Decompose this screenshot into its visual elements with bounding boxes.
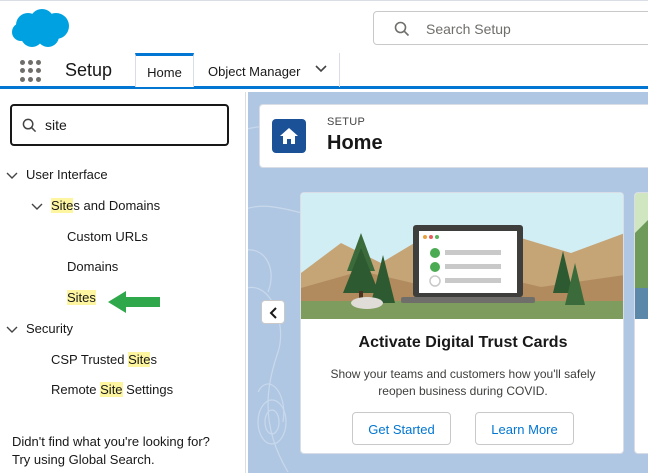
page-header-eyebrow: SETUP (327, 116, 366, 128)
tree-item-label: CSP Trusted (51, 352, 129, 367)
tree-item-label: s and Domains (73, 198, 161, 213)
tree-item-sites-and-domains[interactable]: Sites and Domains (31, 198, 160, 213)
not-found-line: Didn't find what you're looking for? (12, 434, 210, 449)
quick-find-input[interactable]: site (10, 104, 229, 146)
tree-item-csp-trusted-sites[interactable]: CSP Trusted Sites (51, 352, 157, 367)
tree-item-label: Security (26, 321, 73, 336)
chevron-down-icon[interactable] (315, 65, 327, 73)
search-icon (394, 21, 410, 37)
tree-item-label: Settings (122, 382, 174, 397)
tab-home-label: Home (147, 65, 182, 80)
carousel-card-digital-trust: Activate Digital Trust Cards Show your t… (300, 192, 624, 454)
card-description: Show your teams and customers how you'll… (330, 367, 596, 398)
chevron-left-icon (269, 307, 277, 319)
tab-home[interactable]: Home (135, 53, 194, 87)
tree-item-domains[interactable]: Domains (67, 259, 118, 274)
salesforce-cloud-logo[interactable] (10, 7, 72, 49)
tree-item-label: Custom URLs (67, 229, 148, 244)
not-found-message: Didn't find what you're looking for? Try… (12, 433, 210, 469)
tree-item-remote-site-settings[interactable]: Remote Site Settings (51, 382, 173, 397)
not-found-line: Try using Global Search. (12, 452, 155, 467)
next-card-illustration (635, 193, 648, 319)
search-highlight: Site (128, 352, 151, 367)
search-icon (22, 118, 37, 133)
search-highlight: Site (100, 382, 123, 397)
quick-find-value: site (45, 117, 67, 133)
tree-item-user-interface[interactable]: User Interface (6, 167, 108, 182)
global-header: Search Setup (0, 0, 648, 54)
tree-item-label: s (150, 352, 157, 367)
chevron-down-icon (6, 172, 18, 179)
context-nav-bar: Setup Home Object Manager (0, 53, 648, 89)
tab-object-manager[interactable]: Object Manager (194, 53, 340, 87)
setup-sidebar: site User Interface Sites and Domains Cu… (0, 92, 246, 473)
chevron-down-icon (31, 203, 43, 210)
tab-object-manager-label: Object Manager (208, 64, 301, 79)
setup-search-box[interactable]: Search Setup (373, 11, 648, 45)
card-title: Activate Digital Trust Cards (358, 334, 568, 351)
carousel-card-next[interactable] (634, 192, 648, 454)
tree-item-label: Remote (51, 382, 101, 397)
tree-item-label: User Interface (26, 167, 108, 182)
search-highlight: Sites (67, 290, 96, 305)
page-header: SETUP Home (259, 104, 648, 168)
laptop-checklist-illustration (301, 193, 623, 319)
page-title: Home (327, 132, 383, 154)
search-highlight: Site (51, 198, 74, 213)
tree-item-custom-urls[interactable]: Custom URLs (67, 229, 148, 244)
main-content: SETUP Home Activate Digital Trust Cards … (248, 92, 648, 473)
home-icon (272, 119, 306, 153)
app-name: Setup (65, 60, 113, 80)
app-launcher-icon[interactable] (20, 60, 42, 82)
carousel-prev-button[interactable] (261, 300, 285, 324)
tree-item-security[interactable]: Security (6, 321, 73, 336)
green-left-arrow-icon (108, 291, 160, 313)
search-placeholder: Search Setup (426, 21, 511, 37)
chevron-down-icon (6, 326, 18, 333)
tree-item-label: Domains (67, 259, 119, 274)
get-started-button[interactable]: Get Started (352, 412, 451, 445)
learn-more-button[interactable]: Learn More (475, 412, 574, 445)
tree-item-sites[interactable]: Sites (67, 290, 96, 305)
